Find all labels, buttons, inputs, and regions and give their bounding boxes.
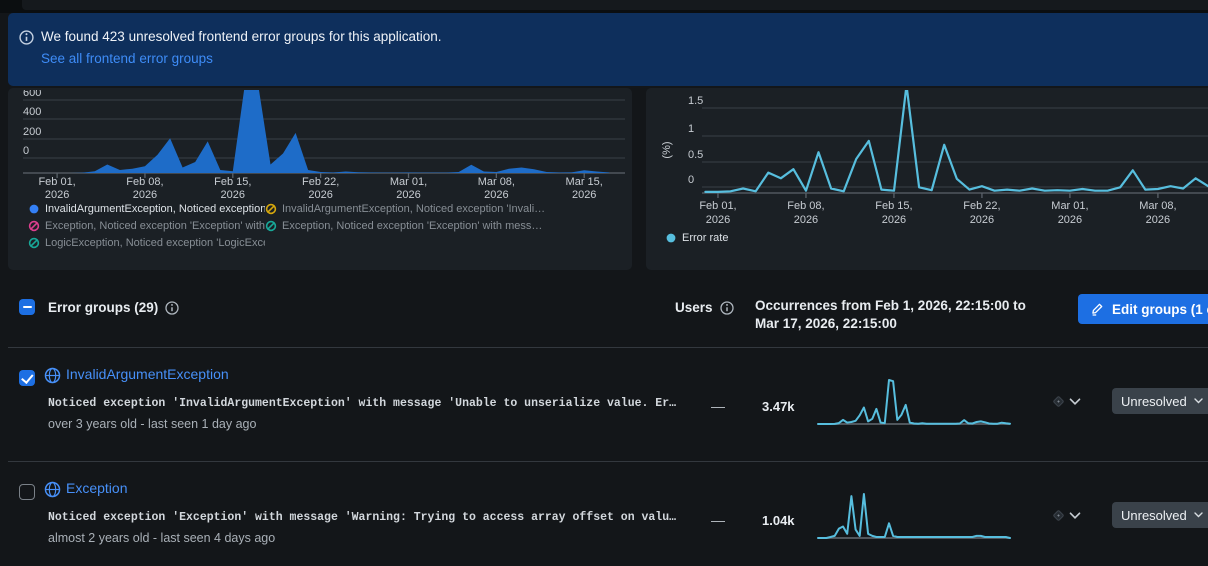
unresolved-errors-banner: We found 423 unresolved frontend error g…	[8, 13, 1208, 86]
globe-icon	[44, 481, 61, 498]
error-age: over 3 years old - last seen 1 day ago	[48, 417, 257, 431]
users-value: —	[711, 512, 725, 528]
svg-text:0: 0	[23, 145, 29, 157]
svg-text:Feb 22,: Feb 22,	[302, 176, 339, 188]
svg-text:Feb 15,: Feb 15,	[214, 176, 251, 188]
occurrences-column-header: Occurrences from Feb 1, 2026, 22:15:00 t…	[755, 298, 1026, 331]
legend-item-label: InvalidArgumentException, Noticed except…	[282, 203, 546, 215]
svg-text:2026: 2026	[484, 189, 508, 201]
chevron-down-icon	[1194, 398, 1203, 404]
svg-text:2026: 2026	[794, 214, 818, 226]
svg-text:0.5: 0.5	[688, 149, 703, 161]
svg-text:2026: 2026	[572, 189, 596, 201]
error-group-link[interactable]: Exception	[66, 480, 127, 496]
occurrences-chart-panel: 600 400 200 0 Feb 01, 2026 Feb 08, 2026 Feb 15, 2…	[8, 88, 632, 270]
legend-item-label: Exception, Noticed exception 'Exception'…	[282, 220, 543, 232]
svg-text:400: 400	[23, 106, 41, 118]
legend-item[interactable]: LogicException, Noticed exception 'Logic…	[28, 237, 265, 249]
svg-text:Mar 08,: Mar 08,	[1139, 200, 1176, 212]
svg-text:1: 1	[688, 123, 694, 135]
svg-text:Mar 01,: Mar 01,	[1051, 200, 1088, 212]
error-groups-info-icon[interactable]	[165, 300, 179, 315]
occurrences-sparkline	[817, 493, 1011, 539]
chevron-down-icon	[1194, 512, 1203, 518]
occurrences-chart-legend: InvalidArgumentException, Noticed except…	[28, 203, 595, 249]
legend-item-label: Exception, Noticed exception 'Exception'…	[45, 220, 265, 232]
svg-text:2026: 2026	[706, 214, 730, 226]
svg-text:2026: 2026	[1146, 214, 1170, 226]
legend-item[interactable]: Exception, Noticed exception 'Exception'…	[28, 220, 265, 232]
error-message: Noticed exception 'InvalidArgumentExcept…	[48, 397, 677, 410]
error-age: almost 2 years old - last seen 4 days ag…	[48, 531, 276, 545]
svg-text:2026: 2026	[882, 214, 906, 226]
svg-text:2026: 2026	[133, 189, 157, 201]
impact-diamond-icon	[1051, 508, 1066, 523]
error-group-row: InvalidArgumentException Noticed excepti…	[0, 348, 1208, 461]
svg-text:2026: 2026	[308, 189, 332, 201]
users-header-label: Users	[675, 300, 713, 315]
legend-item[interactable]: Exception, Noticed exception 'Exception'…	[265, 220, 595, 232]
legend-item-label: Error rate	[682, 232, 729, 244]
info-icon	[19, 30, 34, 45]
svg-text:Feb 08,: Feb 08,	[787, 200, 824, 212]
banner-message: We found 423 unresolved frontend error g…	[41, 29, 442, 44]
pencil-icon	[1091, 302, 1104, 316]
svg-text:(%): (%)	[661, 141, 673, 158]
status-label: Unresolved	[1121, 507, 1187, 523]
occurrences-sparkline	[817, 379, 1011, 425]
expand-row-chevron-icon[interactable]	[1069, 398, 1081, 406]
svg-text:Feb 15,: Feb 15,	[875, 200, 912, 212]
legend-item[interactable]: InvalidArgumentException, Noticed except…	[265, 203, 595, 215]
svg-text:2026: 2026	[396, 189, 420, 201]
svg-text:200: 200	[23, 126, 41, 138]
svg-text:Mar 15,: Mar 15,	[566, 176, 603, 188]
svg-text:Feb 01,: Feb 01,	[38, 176, 75, 188]
svg-text:Feb 01,: Feb 01,	[699, 200, 736, 212]
status-dropdown[interactable]: Unresolved	[1112, 502, 1208, 528]
legend-item-label: InvalidArgumentException, Noticed except…	[45, 203, 265, 215]
svg-text:2026: 2026	[1058, 214, 1082, 226]
svg-text:Mar 01,: Mar 01,	[390, 176, 427, 188]
error-groups-title: Error groups (29)	[48, 300, 159, 315]
legend-item[interactable]: InvalidArgumentException, Noticed except…	[28, 203, 265, 215]
top-strip	[0, 0, 1208, 13]
occurrences-value: 3.47k	[762, 399, 795, 414]
legend-item-label: LogicException, Noticed exception 'Logic…	[45, 237, 265, 249]
error-group-link[interactable]: InvalidArgumentException	[66, 366, 229, 382]
svg-text:600: 600	[23, 90, 41, 99]
occurrences-area-chart[interactable]: 6004002000Feb 01,2026Feb 08,2026Feb 15,2…	[8, 90, 632, 202]
error-group-row: Exception Noticed exception 'Exception' …	[0, 462, 1208, 566]
svg-text:Mar 08,: Mar 08,	[478, 176, 515, 188]
globe-icon	[44, 367, 61, 384]
expand-row-chevron-icon[interactable]	[1069, 512, 1081, 520]
users-value: —	[711, 398, 725, 414]
select-all-checkbox[interactable]	[19, 299, 35, 315]
users-info-icon[interactable]	[719, 300, 734, 315]
error-message: Noticed exception 'Exception' with messa…	[48, 511, 677, 524]
error-groups-header: Error groups (29)	[48, 300, 179, 315]
status-label: Unresolved	[1121, 393, 1187, 409]
error-rate-chart-panel: 1.5 1 0.5 0 Feb 01, 2026 Feb 08, 2026 Feb 15, 202…	[646, 88, 1208, 270]
svg-text:2026: 2026	[970, 214, 994, 226]
occurrences-value: 1.04k	[762, 513, 795, 528]
svg-text:2026: 2026	[221, 189, 245, 201]
legend-item[interactable]: Error rate	[665, 232, 728, 244]
banner-link[interactable]: See all frontend error groups	[41, 51, 213, 66]
svg-text:0: 0	[688, 174, 694, 186]
svg-text:2026: 2026	[45, 189, 69, 201]
top-strip-panel-edge	[22, 0, 1208, 10]
error-rate-legend: Error rate	[665, 232, 728, 244]
svg-text:Feb 08,: Feb 08,	[126, 176, 163, 188]
impact-diamond-icon	[1051, 394, 1066, 409]
row-checkbox[interactable]	[19, 370, 35, 386]
users-column-header: Users	[675, 300, 734, 315]
status-dropdown[interactable]: Unresolved	[1112, 388, 1208, 414]
svg-text:1.5: 1.5	[688, 95, 703, 107]
row-checkbox[interactable]	[19, 484, 35, 500]
edit-groups-button-label: Edit groups (1 o	[1112, 301, 1208, 317]
error-rate-line-chart[interactable]: 1.5 1 0.5 0 Feb 01, 2026 Feb 08, 2026 Feb 15, 202…	[646, 90, 1208, 230]
svg-text:Feb 22,: Feb 22,	[963, 200, 1000, 212]
edit-groups-button[interactable]: Edit groups (1 o	[1078, 294, 1208, 324]
